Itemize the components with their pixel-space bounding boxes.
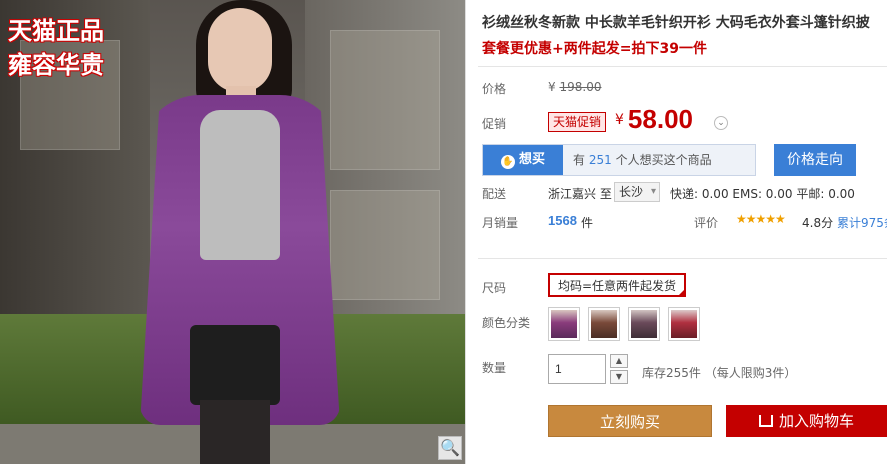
quantity-increase-icon[interactable]: ▲	[610, 354, 628, 368]
original-price: ¥ 198.00	[548, 80, 601, 94]
quantity-label: 数量	[482, 361, 507, 375]
color-label: 颜色分类	[482, 316, 531, 330]
color-swatch[interactable]	[628, 307, 660, 341]
size-option-selected[interactable]: 均码=任意两件起发货	[548, 273, 687, 297]
photo-badge-line2: 雍容华贵	[8, 50, 104, 79]
want-suffix: 个人想买这个商品	[615, 153, 712, 167]
promo-text: 套餐更优惠+两件起发=拍下39一件	[482, 41, 707, 57]
rating-stars: ★★★★★	[736, 212, 786, 226]
model-legs	[200, 400, 270, 464]
want-prefix: 有	[573, 153, 586, 167]
want-box: ✋ 想买 有 251 个人想买这个商品	[482, 144, 756, 176]
review-label: 评价	[694, 216, 719, 230]
want-button-label: 想买	[518, 152, 545, 167]
color-swatch-fill	[671, 310, 697, 338]
cart-icon	[758, 415, 773, 427]
currency-symbol: ¥	[615, 112, 624, 128]
shipping-label: 配送	[482, 187, 507, 201]
shipping-fees: 快递: 0.00 EMS: 0.00 平邮: 0.00	[670, 187, 855, 201]
size-label: 尺码	[482, 281, 507, 295]
quantity-input[interactable]	[548, 354, 606, 384]
model-skirt	[190, 325, 280, 405]
want-button[interactable]: ✋ 想买	[483, 145, 563, 175]
shipping-destination-select[interactable]: 长沙 ▾	[614, 182, 660, 202]
divider	[478, 258, 887, 259]
add-to-cart-button[interactable]: 加入购物车	[726, 405, 887, 437]
sale-price-value: 58.00	[627, 104, 693, 134]
color-swatch[interactable]	[548, 307, 580, 341]
stock-info: 库存255件 （每人限购3件）	[642, 366, 797, 380]
photo-badge: 天猫正品 雍容华贵	[8, 14, 104, 82]
color-swatch-fill	[591, 310, 617, 338]
caret-down-icon: ▾	[650, 186, 656, 197]
rating-score: 4.8分	[802, 216, 834, 230]
button-gap	[714, 405, 724, 437]
color-swatch-fill	[551, 310, 577, 338]
want-count: 251	[588, 153, 612, 167]
monthly-sales-unit: 件	[581, 216, 594, 230]
sale-price: ¥58.00	[615, 104, 693, 135]
want-count-text: 有 251 个人想买这个商品	[573, 145, 712, 175]
size-option-label: 均码=任意两件起发货	[558, 279, 677, 293]
photo-badge-line1: 天猫正品	[8, 16, 104, 45]
shipping-destination: 长沙	[619, 185, 644, 199]
original-price-value: 198.00	[559, 80, 602, 94]
photo-window	[330, 30, 440, 170]
price-trend-button[interactable]: 价格走向	[774, 144, 856, 176]
model-face	[208, 8, 272, 92]
product-info-panel: 衫绒丝秋冬新款 中长款羊毛针织开衫 大码毛衣外套斗篷针织披 套餐更优惠+两件起发…	[470, 0, 887, 464]
price-label: 价格	[482, 82, 507, 96]
shipping-from: 浙江嘉兴 至	[548, 187, 612, 201]
product-photo: 天猫正品 雍容华贵 🔍	[0, 0, 466, 464]
add-to-cart-label: 加入购物车	[778, 412, 854, 430]
buy-now-button[interactable]: 立刻购买	[548, 405, 712, 437]
monthly-sales-label: 月销量	[482, 216, 519, 230]
zoom-icon[interactable]: 🔍	[438, 436, 462, 460]
promo-tag: 天猫促销	[548, 112, 607, 132]
monthly-sales-count: 1568	[548, 213, 577, 228]
review-count-link[interactable]: 累计975条	[837, 214, 887, 231]
hand-icon: ✋	[500, 155, 515, 169]
chevron-down-icon[interactable]: ⌄	[714, 116, 728, 130]
product-title: 衫绒丝秋冬新款 中长款羊毛针织开衫 大码毛衣外套斗篷针织披	[482, 15, 870, 31]
currency-symbol: ¥	[548, 80, 556, 94]
color-swatch[interactable]	[588, 307, 620, 341]
color-swatch-fill	[631, 310, 657, 338]
quantity-decrease-icon[interactable]: ▼	[610, 370, 628, 384]
selected-check-icon	[677, 288, 687, 297]
model-top	[200, 110, 280, 260]
promo-label: 促销	[482, 117, 507, 131]
color-swatch[interactable]	[668, 307, 700, 341]
divider	[478, 66, 887, 67]
photo-window	[330, 190, 440, 300]
